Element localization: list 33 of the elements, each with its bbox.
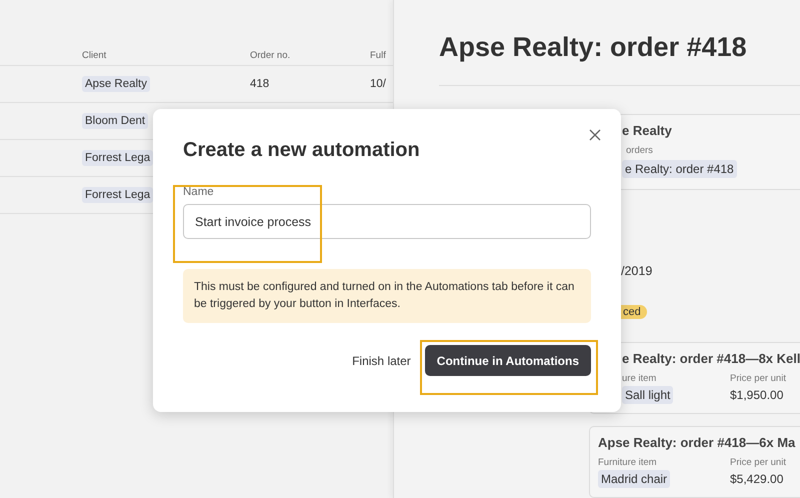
client-tag: Bloom Dent [82, 113, 148, 129]
price-value: $1,950.00 [730, 388, 784, 402]
line-item-card[interactable]: Apse Realty: order #418—6x Ma Furniture item Price per unit Madrid chair $5,429.00 [589, 426, 800, 498]
client-tag: Apse Realty [82, 76, 150, 92]
field-label: Name [183, 186, 215, 198]
field-label: Price per unit [730, 373, 787, 384]
field-label: orders [626, 145, 654, 156]
column-header: Client [82, 50, 108, 61]
finish-later-button[interactable]: Finish later [350, 354, 413, 368]
item-tag: Madrid chair [598, 470, 670, 488]
name-field[interactable]: Start invoice process [183, 204, 591, 239]
column-header: Fulf [370, 50, 387, 61]
line-item-title: e Realty: order #418—8x Kell [622, 351, 800, 366]
table-cell: 10/ [370, 78, 386, 90]
price-value: $5,429.00 [730, 472, 784, 486]
line-item-title: Apse Realty: order #418—6x Ma [598, 435, 796, 450]
status-badge: ced [621, 305, 647, 319]
field-label: ure item [622, 373, 658, 384]
dialog-title: Create a new automation [183, 139, 421, 162]
close-icon[interactable] [589, 129, 601, 141]
client-tag: Forrest Lega [82, 187, 154, 203]
column-header: Order no. [250, 50, 292, 61]
field-label: Furniture item [598, 457, 658, 468]
client-tag: Forrest Lega [82, 150, 154, 166]
order-link-tag[interactable]: e Realty: order #418 [622, 160, 737, 178]
field-label: Price per unit [730, 457, 787, 468]
info-note: This must be configured and turned on in the Automations tab before it can be triggered by your button in Interfaces. [183, 269, 591, 323]
continue-button[interactable]: Continue in Automations [424, 345, 591, 376]
table-cell: 418 [250, 78, 270, 90]
date-value: /2019 [621, 264, 654, 278]
item-tag: Sall light [622, 386, 674, 404]
record-title: Apse Realty: order #418 [439, 32, 748, 64]
client-name: e Realty [622, 123, 673, 138]
